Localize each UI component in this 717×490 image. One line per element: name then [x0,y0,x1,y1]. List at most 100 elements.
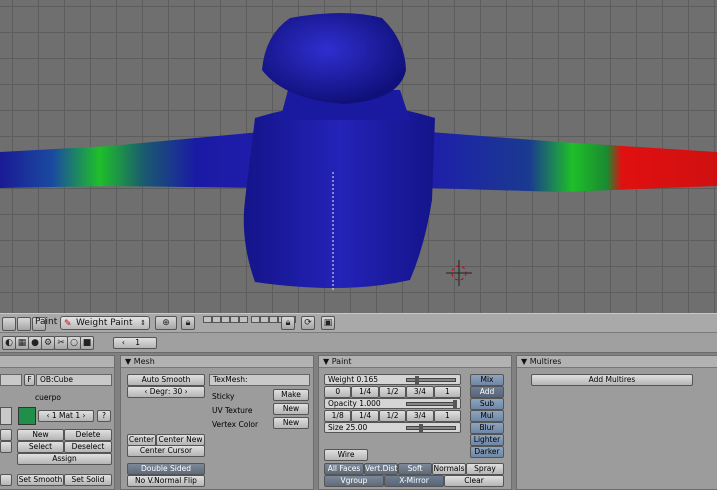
chevron-updown-icon: ⇕ [140,319,146,327]
physics-icon[interactable]: ⚙ [41,336,55,350]
pivot-icon[interactable]: ⊕ [155,316,177,330]
panel-icon[interactable]: ◐ [2,336,16,350]
weight-presets: 0 1/4 1/2 3/4 1 [324,386,462,398]
material-deselect-button[interactable]: Deselect [64,441,112,453]
3d-viewport[interactable] [0,0,717,313]
normals-button[interactable]: Normals [432,463,466,475]
material-assign-button[interactable]: Assign [17,453,112,465]
weight-slider-label: Weight 0.165 [328,375,378,384]
me-field[interactable] [0,374,22,386]
layer-lock-icon[interactable]: 🔒︎ [281,316,295,330]
wire-button[interactable]: Wire [324,449,368,461]
paint-panel-title-text: Paint [331,357,352,366]
link-panel-title [0,356,114,368]
buttons-window-header: ◐ ▦ ● ⚙ ✂ ○ ■ ‹ 1 [0,333,717,353]
paint-panel-title[interactable]: ▼ Paint [319,356,511,368]
material-delete-button[interactable]: Delete [64,429,112,441]
opacity-preset-button[interactable]: 3/4 [406,410,434,422]
weight-preset-button[interactable]: 1/4 [351,386,379,398]
fake-user-button[interactable]: F [24,374,35,386]
screenshot-icon[interactable]: ▣ [321,316,335,330]
weight-preset-button[interactable]: 1 [433,386,462,398]
3d-cursor-icon [446,260,472,286]
texmesh-field[interactable]: TexMesh: [209,374,310,386]
vgroup-side-button-2[interactable] [0,441,12,453]
paint-mode-darker-button[interactable]: Darker [470,446,504,458]
size-slider-track [406,424,456,432]
lock-icon[interactable]: 🔒︎ [181,316,195,330]
clear-button[interactable]: Clear [444,475,504,487]
center-cursor-button[interactable]: Center Cursor [127,445,205,457]
select-menu-icon[interactable] [17,317,31,331]
material-index-stepper[interactable]: ‹ 1 Mat 1 › [38,410,94,422]
object-name-field[interactable]: OB:Cube [36,374,112,386]
paint-mode-mul-button[interactable]: Mul [470,410,504,422]
paint-mode-lighter-button[interactable]: Lighter [470,434,504,446]
mode-label: Paint [35,317,58,327]
weight-slider[interactable]: Weight 0.165 [324,374,461,385]
vgroup-button[interactable]: Vgroup [324,475,384,487]
vgroup-side-button[interactable] [0,429,12,441]
material-color-swatch[interactable] [18,407,36,425]
opacity-preset-button[interactable]: 1/4 [351,410,379,422]
weight-preset-button[interactable]: 0 [324,386,352,398]
add-multires-button[interactable]: Add Multires [531,374,693,386]
page-stepper[interactable]: ‹ 1 [113,337,157,349]
weight-slider-track [406,376,456,384]
paint-mode-list: Mix Add Sub Mul Blur Lighter Darker [470,374,504,458]
vertex-color-new-button[interactable]: New [273,417,309,429]
edit-icon[interactable]: ■ [80,336,94,350]
world-icon[interactable]: ○ [67,336,81,350]
weight-preset-button[interactable]: 1/2 [378,386,407,398]
all-faces-button[interactable]: All Faces [324,463,364,475]
spray-button[interactable]: Spray [466,463,504,475]
mesh-panel-title[interactable]: ▼ Mesh [121,356,313,368]
set-solid-button[interactable]: Set Solid [64,474,112,486]
vert-dist-button[interactable]: Vert.Dist [364,463,398,475]
vertex-group-name: cuerpo [35,393,61,402]
soft-button[interactable]: Soft [398,463,432,475]
double-sided-button[interactable]: Double Sided [127,463,205,475]
vgroup-side-button-3[interactable] [0,474,12,486]
multires-panel-title[interactable]: ▼ Multires [517,356,717,368]
size-slider[interactable]: Size 25.00 [324,422,461,433]
material-help-button[interactable]: ? [97,410,111,422]
page-number: 1 [135,338,141,347]
opacity-preset-button[interactable]: 1/2 [378,410,407,422]
render-icon[interactable]: ⟳ [301,316,315,330]
object-icon[interactable]: ● [28,336,42,350]
chevron-right-icon: › [182,387,188,396]
set-smooth-button[interactable]: Set Smooth [17,474,64,486]
opacity-slider[interactable]: Opacity 1.000 [324,398,461,409]
size-slider-knob[interactable] [418,424,423,432]
paint-mode-blur-button[interactable]: Blur [470,422,504,434]
view-menu-icon[interactable] [2,317,16,331]
paint-mode-mix-button[interactable]: Mix [470,374,504,386]
opacity-slider-track [406,400,457,408]
no-v-normal-flip-button[interactable]: No V.Normal Flip [127,475,205,487]
material-new-button[interactable]: New [17,429,64,441]
material-select-button[interactable]: Select [17,441,64,453]
weight-paint-icon: ✎ [64,319,72,329]
mode-select[interactable]: ✎ Weight Paint ⇕ [60,316,150,330]
x-mirror-button[interactable]: X-Mirror [384,475,444,487]
degr-value: Degr: 30 [149,387,183,396]
opacity-slider-knob[interactable] [453,400,457,408]
opacity-preset-button[interactable]: 1 [433,410,462,422]
weight-preset-button[interactable]: 3/4 [406,386,434,398]
scene-icon[interactable]: ✂ [54,336,68,350]
paint-mode-sub-button[interactable]: Sub [470,398,504,410]
chevron-left-icon: ‹ [121,338,125,347]
multires-panel-title-text: Multires [529,357,562,366]
auto-smooth-button[interactable]: Auto Smooth [127,374,205,386]
opacity-preset-button[interactable]: 1/8 [324,410,352,422]
opacity-presets: 1/8 1/4 1/2 3/4 1 [324,410,462,422]
mesh-panel-title-text: Mesh [133,357,155,366]
weight-slider-knob[interactable] [414,376,419,384]
sticky-make-button[interactable]: Make [273,389,309,401]
shading-icon[interactable]: ▦ [15,336,29,350]
uv-texture-new-button[interactable]: New [273,403,309,415]
degr-stepper[interactable]: ‹ Degr: 30 › [127,386,205,398]
paint-mode-add-button[interactable]: Add [470,386,504,398]
vgroup-field[interactable] [0,407,12,425]
